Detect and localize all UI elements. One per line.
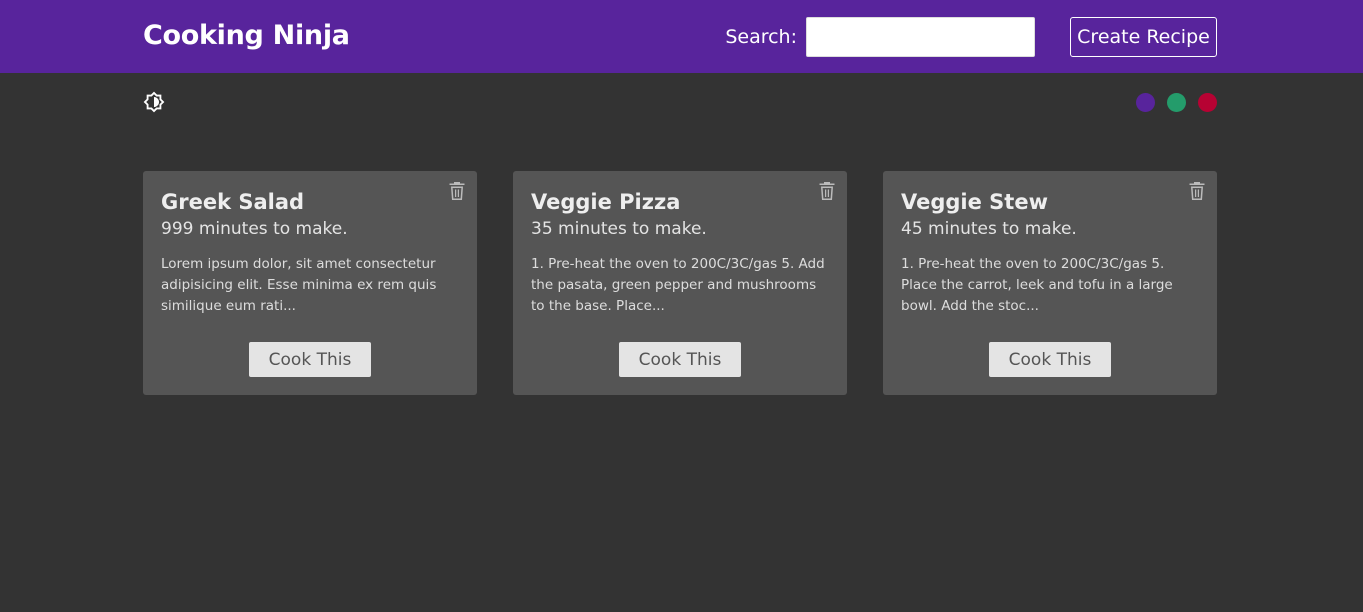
swatch-green[interactable]: [1167, 92, 1186, 112]
navbar: Cooking Ninja Search: Create Recipe: [0, 0, 1363, 73]
cook-this-button[interactable]: Cook This: [619, 342, 741, 377]
recipe-title: Veggie Stew: [901, 190, 1048, 214]
recipe-description: 1. Pre-heat the oven to 200C/3C/gas 5. P…: [901, 256, 1173, 314]
recipe-card: Veggie Pizza 35 minutes to make. 1. Pre-…: [513, 171, 847, 395]
recipe-card: Veggie Stew 45 minutes to make. 1. Pre-h…: [883, 171, 1217, 395]
brightness-contrast-icon[interactable]: [143, 91, 165, 113]
search-input[interactable]: [806, 16, 1035, 57]
swatch-purple[interactable]: [1136, 92, 1155, 112]
recipe-description: 1. Pre-heat the oven to 200C/3C/gas 5. A…: [531, 256, 825, 314]
recipe-list: Greek Salad 999 minutes to make. Lorem i…: [143, 171, 1217, 395]
create-recipe-button[interactable]: Create Recipe: [1070, 16, 1217, 57]
trash-icon[interactable]: [1189, 182, 1205, 200]
recipe-title: Veggie Pizza: [531, 190, 681, 214]
recipe-card: Greek Salad 999 minutes to make. Lorem i…: [143, 171, 477, 395]
cook-this-button[interactable]: Cook This: [989, 342, 1111, 377]
recipe-time: 35 minutes to make.: [531, 219, 707, 239]
search-label: Search:: [725, 25, 797, 48]
swatch-red[interactable]: [1198, 92, 1217, 112]
cook-this-button[interactable]: Cook This: [249, 342, 371, 377]
trash-icon[interactable]: [819, 182, 835, 200]
recipe-title: Greek Salad: [161, 190, 305, 214]
recipe-time: 999 minutes to make.: [161, 219, 348, 239]
theme-selector: [143, 90, 1217, 114]
color-swatches: [1136, 92, 1217, 112]
navbar-inner: Cooking Ninja Search: Create Recipe: [143, 0, 1217, 73]
recipe-time: 45 minutes to make.: [901, 219, 1077, 239]
trash-icon[interactable]: [449, 182, 465, 200]
brand-logo[interactable]: Cooking Ninja: [143, 20, 350, 51]
recipe-description: Lorem ipsum dolor, sit amet consectetur …: [161, 256, 437, 314]
